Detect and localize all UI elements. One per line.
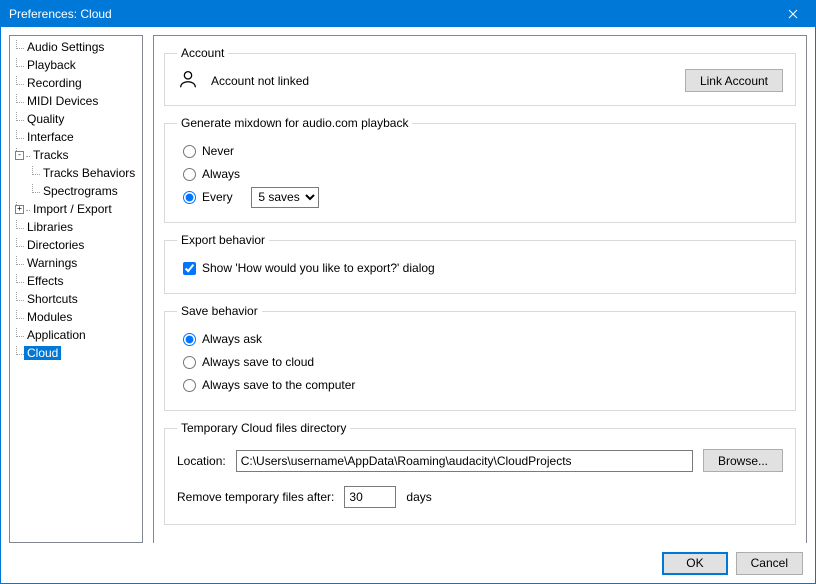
export-show-dialog-checkbox[interactable] bbox=[183, 262, 196, 275]
save-always-ask-radio[interactable] bbox=[183, 333, 196, 346]
location-label: Location: bbox=[177, 454, 226, 468]
category-tree[interactable]: Audio Settings Playback Recording MIDI Devi… bbox=[9, 35, 143, 543]
dialog-body: Audio Settings Playback Recording MIDI Devi… bbox=[1, 27, 815, 543]
save-always-computer-radio[interactable] bbox=[183, 379, 196, 392]
close-icon bbox=[788, 9, 798, 19]
cancel-button[interactable]: Cancel bbox=[736, 552, 803, 575]
tree-item[interactable]: Warnings bbox=[24, 256, 80, 270]
mixdown-every-select[interactable]: 5 saves bbox=[251, 187, 319, 208]
tree-item[interactable]: Modules bbox=[24, 310, 75, 324]
mixdown-never-label: Never bbox=[202, 144, 234, 158]
save-always-ask-label: Always ask bbox=[202, 332, 262, 346]
save-legend: Save behavior bbox=[177, 304, 262, 318]
save-always-computer-label: Always save to the computer bbox=[202, 378, 355, 392]
tempdir-legend: Temporary Cloud files directory bbox=[177, 421, 350, 435]
remove-after-input[interactable] bbox=[344, 486, 396, 508]
export-group: Export behavior Show 'How would you like… bbox=[164, 233, 796, 294]
tree-item[interactable]: Tracks bbox=[30, 148, 72, 162]
mixdown-group: Generate mixdown for audio.com playback … bbox=[164, 116, 796, 223]
mixdown-always-label: Always bbox=[202, 167, 240, 181]
tree-item[interactable]: MIDI Devices bbox=[24, 94, 101, 108]
account-group: Account Account not linked Link Account bbox=[164, 46, 796, 106]
tree-item[interactable]: Cloud bbox=[24, 346, 61, 360]
dialog-footer: OK Cancel bbox=[1, 543, 815, 583]
export-legend: Export behavior bbox=[177, 233, 269, 247]
tree-item[interactable]: Audio Settings bbox=[24, 40, 107, 54]
tree-item[interactable]: Quality bbox=[24, 112, 67, 126]
mixdown-legend: Generate mixdown for audio.com playback bbox=[177, 116, 412, 130]
remove-after-label: Remove temporary files after: bbox=[177, 490, 334, 504]
save-group: Save behavior Always ask Always save to … bbox=[164, 304, 796, 411]
tree-item[interactable]: Spectrograms bbox=[40, 184, 121, 198]
mixdown-always-radio[interactable] bbox=[183, 168, 196, 181]
tempdir-group: Temporary Cloud files directory Location… bbox=[164, 421, 796, 525]
location-input[interactable] bbox=[236, 450, 693, 472]
export-show-dialog-label: Show 'How would you like to export?' dia… bbox=[202, 261, 435, 275]
tree-item[interactable]: Shortcuts bbox=[24, 292, 81, 306]
tree-item[interactable]: Tracks Behaviors bbox=[40, 166, 138, 180]
tree-item[interactable]: Directories bbox=[24, 238, 87, 252]
window-title: Preferences: Cloud bbox=[9, 7, 112, 21]
tree-expander[interactable]: - bbox=[15, 151, 24, 160]
tree-item[interactable]: Effects bbox=[24, 274, 66, 288]
mixdown-every-label: Every bbox=[202, 190, 233, 204]
browse-button[interactable]: Browse... bbox=[703, 449, 783, 472]
tree-item[interactable]: Application bbox=[24, 328, 89, 342]
mixdown-never-radio[interactable] bbox=[183, 145, 196, 158]
mixdown-every-radio[interactable] bbox=[183, 191, 196, 204]
titlebar: Preferences: Cloud bbox=[1, 1, 815, 27]
account-legend: Account bbox=[177, 46, 228, 60]
account-status: Account not linked bbox=[211, 74, 309, 88]
close-button[interactable] bbox=[771, 1, 815, 27]
tree-item[interactable]: Libraries bbox=[24, 220, 76, 234]
settings-panel: Account Account not linked Link Account … bbox=[143, 35, 807, 543]
save-always-cloud-radio[interactable] bbox=[183, 356, 196, 369]
tree-item[interactable]: Interface bbox=[24, 130, 77, 144]
link-account-button[interactable]: Link Account bbox=[685, 69, 783, 92]
tree-item[interactable]: Recording bbox=[24, 76, 85, 90]
ok-button[interactable]: OK bbox=[662, 552, 727, 575]
tree-expander[interactable]: + bbox=[15, 205, 24, 214]
tree-item[interactable]: Import / Export bbox=[30, 202, 115, 216]
remove-after-unit: days bbox=[406, 490, 431, 504]
tree-item[interactable]: Playback bbox=[24, 58, 79, 72]
user-icon bbox=[177, 68, 199, 93]
save-always-cloud-label: Always save to cloud bbox=[202, 355, 314, 369]
